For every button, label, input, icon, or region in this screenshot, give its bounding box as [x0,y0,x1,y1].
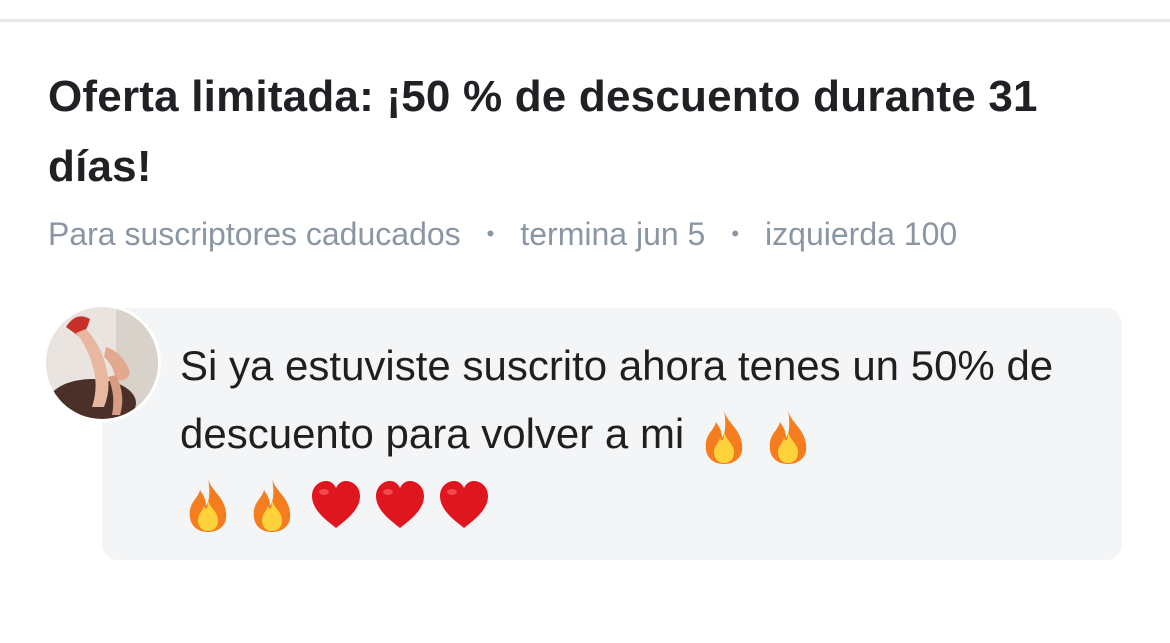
meta-separator: • [486,221,495,246]
message-body: Si ya estuviste suscrito ahora tenes un … [180,342,1054,457]
heart-icon [312,480,360,528]
emoji-group-2 [180,476,500,534]
fire-icon [189,477,227,532]
top-divider [0,19,1170,22]
message-text: Si ya estuviste suscrito ahora tenes un … [180,332,1080,536]
offer-title: Oferta limitada: ¡50 % de descuento dura… [48,72,1038,191]
fire-icon [769,409,807,464]
heart-icon [440,480,488,528]
emoji-group-1 [696,408,824,466]
offer-meta: Para suscriptores caducados • termina ju… [48,212,957,256]
fire-icon [705,409,743,464]
fire-icon [253,477,291,532]
heart-icon [376,480,424,528]
avatar[interactable] [46,307,158,419]
offer-end-date: termina jun 5 [520,215,706,252]
meta-separator: • [731,221,740,246]
offer-audience: Para suscriptores caducados [48,215,461,252]
offer-remaining: izquierda 100 [765,215,958,252]
avatar-image [46,307,158,419]
